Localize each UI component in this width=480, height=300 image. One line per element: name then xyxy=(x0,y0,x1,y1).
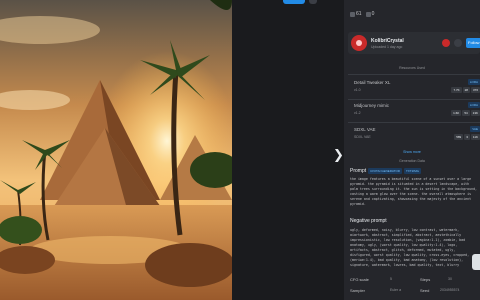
avatar[interactable] xyxy=(351,35,367,51)
creator-name[interactable]: KolibriCrystal xyxy=(371,38,404,44)
reaction-thumbs-up-count: 0 xyxy=(371,11,375,17)
thumbs-up-icon xyxy=(365,11,371,17)
stat-comments: 28 xyxy=(462,87,470,93)
generator-chip: CIVITAI GENERATOR xyxy=(368,168,402,174)
resources-title: Resources Used xyxy=(399,66,425,70)
stat-likes: 376 xyxy=(470,87,480,93)
next-image-chevron-icon[interactable]: ❯ xyxy=(333,148,344,162)
close-view-button[interactable] xyxy=(309,0,317,4)
stat-comments: 3 xyxy=(464,134,470,140)
cfg-scale-label: CFG scale xyxy=(350,277,369,282)
reaction-heart[interactable]: 61 xyxy=(350,11,362,17)
pyramid-sunset-artwork xyxy=(0,0,232,300)
generation-data-title: Generation Data xyxy=(399,159,425,163)
resource-version: SDXL VAE xyxy=(354,135,371,139)
sampler-label: Sampler xyxy=(350,288,365,293)
resource-item[interactable]: Midjourney mimic v1.2 LORA 1.6K 54 13K xyxy=(348,101,480,121)
steps-label: Steps xyxy=(420,277,431,282)
sampler-value: Euler a xyxy=(390,288,402,292)
cfg-scale-value: 5 xyxy=(390,277,392,281)
upload-time: Uploaded 1 day ago xyxy=(371,44,403,49)
follow-button[interactable]: Follow xyxy=(466,38,480,48)
prompt-header: Prompt CIVITAI GENERATOR TXT2IMG xyxy=(350,168,421,174)
resource-item[interactable]: Detail Tweaker XL v1.0 LORA 7.7K 28 376 xyxy=(348,78,480,98)
stat-comments: 54 xyxy=(462,110,470,116)
stat-downloads: 589 xyxy=(454,134,464,140)
divider xyxy=(348,99,480,100)
negative-prompt-text: ugly, deformed, noisy, blurry, low contr… xyxy=(350,228,470,267)
resource-version: v1.0 xyxy=(354,88,361,92)
prompt-text: the image features a beautiful scene of … xyxy=(350,177,478,206)
more-options-button[interactable] xyxy=(454,39,462,47)
resource-item[interactable]: SDXL VAE SDXL VAE VAE 589 3 11K xyxy=(348,125,480,145)
resource-stats: 7.7K 28 376 xyxy=(451,87,480,93)
seed-value: 2034955574 xyxy=(440,288,460,292)
resource-version: v1.2 xyxy=(354,111,361,115)
show-more-link[interactable]: Show more xyxy=(344,150,480,154)
reaction-heart-count: 61 xyxy=(356,11,362,17)
generated-image[interactable] xyxy=(0,0,232,300)
viewer-gutter xyxy=(232,0,344,300)
resource-name: Midjourney mimic xyxy=(354,103,390,108)
creator-card: KolibriCrystal Uploaded 1 day ago Follow xyxy=(348,32,480,54)
divider xyxy=(348,122,480,123)
resource-name: SDXL VAE xyxy=(354,127,376,132)
seed-label: Seed xyxy=(420,288,430,293)
resource-type-badge: VAE xyxy=(470,126,480,132)
resource-stats: 1.6K 54 13K xyxy=(451,110,480,116)
process-chip: TXT2IMG xyxy=(403,168,421,174)
reaction-thumbs-up[interactable]: 0 xyxy=(365,11,375,17)
divider xyxy=(348,74,480,75)
view-toggle-button[interactable] xyxy=(283,0,305,4)
resource-stats: 589 3 11K xyxy=(454,134,480,140)
stat-downloads: 7.7K xyxy=(451,87,462,93)
prompt-label: Prompt xyxy=(350,168,367,174)
details-sidebar: 61 0 KolibriCrystal Uploaded 1 day ago F… xyxy=(344,0,480,300)
steps-value: 30 xyxy=(448,277,452,281)
stat-likes: 13K xyxy=(470,110,480,116)
negative-prompt-label: Negative prompt xyxy=(350,218,387,224)
resource-type-badge: LORA xyxy=(467,102,480,108)
tip-button[interactable] xyxy=(442,39,450,47)
params-grid: CFG scale 5 Steps 30 Sampler Euler a See… xyxy=(344,274,480,300)
stat-downloads: 1.6K xyxy=(451,110,462,116)
resource-name: Detail Tweaker XL xyxy=(354,80,391,85)
reactions-bar: 61 0 xyxy=(350,11,374,17)
resource-type-badge: LORA xyxy=(467,79,480,85)
floating-widget-tab[interactable] xyxy=(472,254,480,270)
heart-icon xyxy=(350,11,355,17)
stat-likes: 11K xyxy=(470,134,480,140)
